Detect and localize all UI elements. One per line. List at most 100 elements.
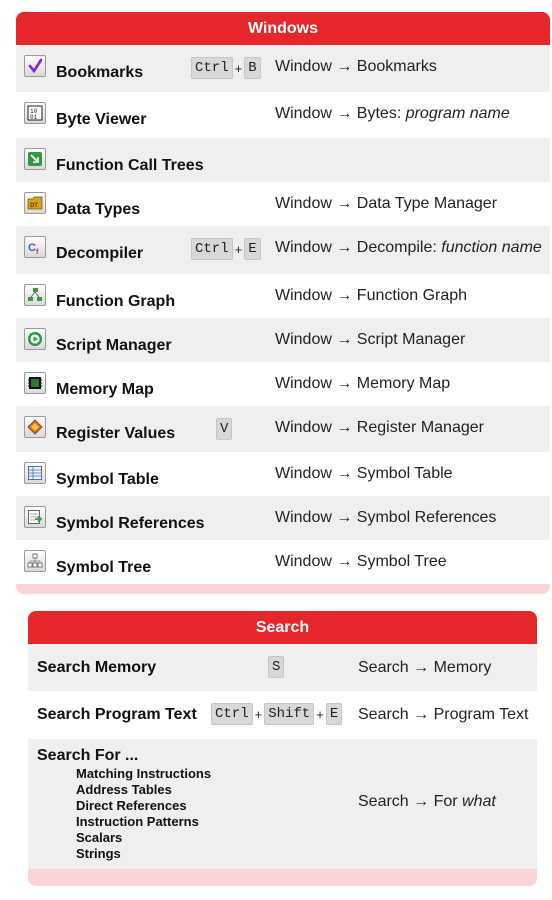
search-name: Search For ... — [37, 747, 139, 764]
play-script-icon — [24, 328, 46, 350]
table-row: 10 01 Byte Viewer Window → Bytes: program n… — [16, 92, 550, 138]
table-row: Script Manager Window → Script Manager — [16, 318, 550, 362]
keyboard-key: Ctrl — [191, 57, 233, 79]
register-diamond-icon — [24, 416, 46, 438]
data-types-folder-icon: DT — [24, 192, 46, 214]
window-name: Symbol Tree — [56, 559, 152, 576]
search-panel-title: Search — [28, 611, 537, 644]
svg-text:01: 01 — [30, 114, 38, 121]
keyboard-key: E — [325, 703, 343, 725]
table-row: Search For ... Matching Instructions Addre… — [28, 739, 537, 869]
table-row: Bookmarks Ctrl + B Window → Bookmarks — [16, 45, 550, 92]
menu-path: Window → Bookmarks — [275, 58, 437, 76]
table-row: Register Values V Window → Register Manage… — [16, 406, 550, 452]
key-plus-sign: + — [234, 241, 243, 257]
keyboard-key: S — [268, 656, 285, 678]
key-plus-sign: + — [234, 60, 243, 76]
search-name: Search Memory — [37, 659, 157, 676]
search-option: Matching Instructions — [76, 766, 212, 781]
shortcut-keys: S — [268, 656, 285, 678]
window-name: Symbol References — [56, 515, 205, 532]
menu-path: Search → Memory — [358, 659, 491, 677]
table-row: Function Graph Window → Function Graph — [16, 274, 550, 318]
svg-text:DT: DT — [30, 203, 38, 209]
menu-path-text: Window → Symbol Tree — [275, 553, 447, 570]
symbol-references-icon — [24, 506, 46, 528]
menu-path: Window → Memory Map — [275, 375, 450, 393]
menu-path: Search → Program Text — [358, 706, 528, 724]
window-name: Register Values — [56, 425, 176, 442]
decompiler-icon: Cf — [24, 236, 46, 258]
window-name: Byte Viewer — [56, 111, 147, 128]
menu-path-text: Window → Data Type Manager — [275, 195, 498, 212]
menu-path: Window → Bytes: program name — [275, 105, 510, 123]
keyboard-key: V — [216, 418, 233, 440]
table-row: Symbol Table Window → Symbol Table — [16, 452, 550, 496]
windows-panel: Windows Bookmarks Ctrl + B Window → Bookmark… — [16, 12, 550, 594]
keyboard-key: Ctrl — [191, 238, 233, 260]
table-row: Search Memory S Search → Memory — [28, 644, 537, 691]
search-option: Strings — [76, 846, 121, 861]
menu-path: Window → Script Manager — [275, 331, 465, 349]
menu-path: Search → For what — [358, 793, 496, 811]
search-panel: Search Search Memory S Search → Memory Sear… — [28, 611, 537, 886]
menu-path: Window → Symbol Table — [275, 465, 453, 483]
menu-path-text: Search → Memory — [358, 659, 492, 676]
search-option: Instruction Patterns — [76, 814, 199, 829]
table-row: Memory Map Window → Memory Map — [16, 362, 550, 406]
menu-path: Window → Decompile: function name — [275, 239, 542, 257]
menu-path: Window → Symbol Tree — [275, 553, 447, 571]
table-row: DT Data Types Window → Data Type Manager — [16, 182, 550, 226]
window-name: Bookmarks — [56, 64, 144, 81]
menu-path: Window → Data Type Manager — [275, 195, 497, 213]
menu-path-placeholder: function name — [441, 239, 542, 256]
table-row: Symbol References Window → Symbol Referen… — [16, 496, 550, 540]
table-row: Search Program Text Ctrl + Shift + E Search → … — [28, 691, 537, 739]
search-option: Address Tables — [76, 782, 172, 797]
window-name: Decompiler — [56, 245, 144, 262]
table-row: Cf Decompiler Ctrl + E Window → Decompile: fu… — [16, 226, 550, 274]
svg-text:f: f — [36, 249, 39, 255]
menu-path-placeholder: what — [462, 793, 496, 810]
table-row: Symbol Tree Window → Symbol Tree — [16, 540, 550, 584]
window-name: Data Types — [56, 201, 141, 218]
table-row: Function Call Trees — [16, 138, 550, 182]
bookmark-check-icon — [24, 55, 46, 77]
memory-chip-icon — [24, 372, 46, 394]
window-name: Function Call Trees — [56, 157, 204, 174]
call-tree-icon — [24, 148, 46, 170]
keyboard-key: Shift — [264, 703, 315, 725]
menu-path-text: Search → Program Text — [358, 706, 529, 723]
menu-path-text: Window → Function Graph — [275, 287, 468, 304]
window-name: Symbol Table — [56, 471, 159, 488]
menu-path-text: Window → Decompile: — [275, 239, 442, 256]
function-graph-icon — [24, 284, 46, 306]
window-name: Script Manager — [56, 337, 172, 354]
search-option: Scalars — [76, 830, 123, 845]
menu-path-text: Window → Script Manager — [275, 331, 466, 348]
menu-path-text: Window → Register Manager — [275, 419, 484, 436]
search-name: Search Program Text — [37, 706, 197, 723]
symbol-tree-icon — [24, 550, 46, 572]
byte-viewer-icon: 10 01 — [24, 102, 46, 124]
search-option: Direct References — [76, 798, 187, 813]
shortcut-keys: V — [216, 418, 233, 440]
windows-panel-title: Windows — [16, 12, 550, 45]
key-plus-sign: + — [316, 706, 324, 722]
keyboard-key: Ctrl — [211, 703, 253, 725]
shortcut-keys: Ctrl + E — [191, 238, 261, 260]
shortcut-keys: Ctrl + B — [191, 57, 261, 79]
menu-path-text: Window → Memory Map — [275, 375, 451, 392]
menu-path-text: Search → For — [358, 793, 463, 810]
search-options-list: Matching Instructions Address Tables Direc… — [76, 766, 211, 862]
menu-path-placeholder: program name — [405, 105, 510, 122]
key-plus-sign: + — [254, 706, 263, 722]
menu-path-text: Window → Symbol Table — [275, 465, 453, 482]
shortcut-keys: Ctrl + Shift + E — [211, 703, 343, 725]
menu-path-text: Window → Bookmarks — [275, 58, 437, 75]
symbol-table-icon — [24, 462, 46, 484]
keyboard-key: B — [244, 57, 261, 79]
keyboard-key: E — [244, 238, 261, 260]
menu-path: Window → Register Manager — [275, 419, 484, 437]
menu-path: Window → Function Graph — [275, 287, 467, 305]
